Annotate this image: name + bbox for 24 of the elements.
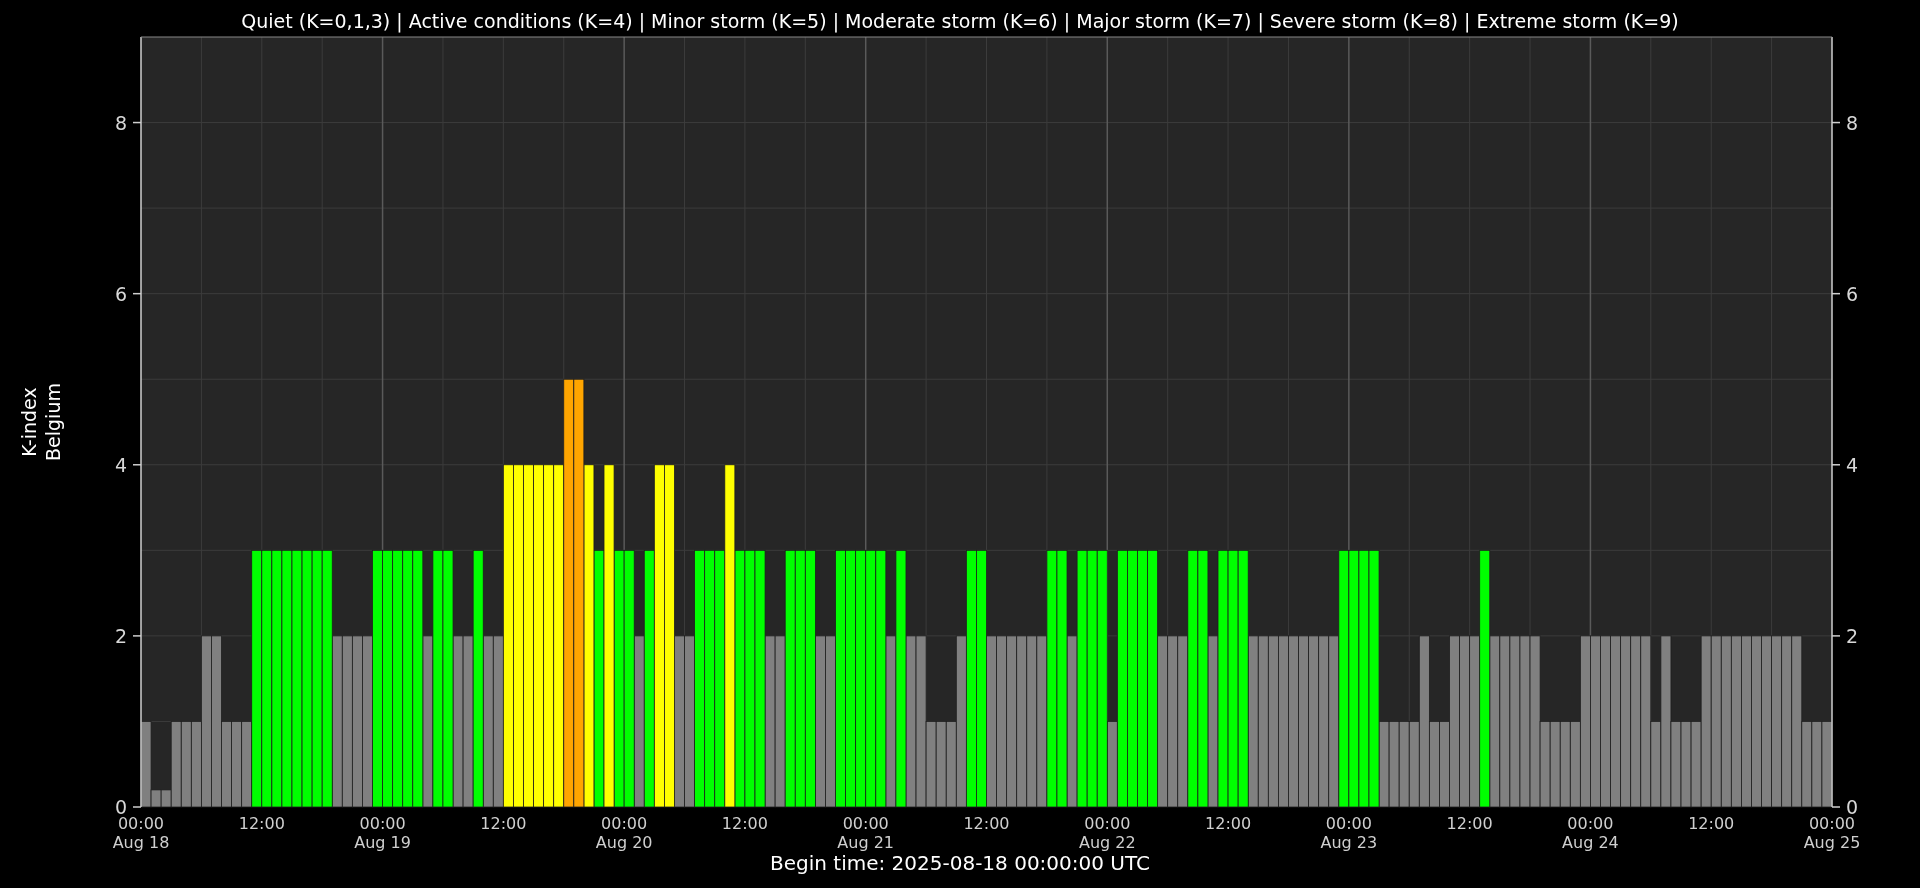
y-tick-label: 2 [114, 624, 127, 647]
x-tick-label: 12:00 [1205, 814, 1252, 833]
y-tick-label: 8 [114, 111, 127, 134]
y-axis-label: K-index Belgium [18, 383, 64, 461]
x-tick-label: 00:00 Aug 19 [354, 814, 411, 852]
x-axis-label: Begin time: 2025-08-18 00:00:00 UTC [770, 851, 1150, 875]
x-tick-label: 00:00 Aug 21 [837, 814, 895, 852]
y-tick-label: 6 [114, 282, 127, 305]
x-tick-label: 00:00 Aug 23 [1320, 814, 1378, 852]
y-tick-label: 6 [1846, 282, 1859, 305]
x-tick-label: 12:00 [238, 814, 285, 833]
x-tick-label: 00:00 Aug 20 [595, 814, 653, 852]
x-tick-label: 00:00 Aug 24 [1562, 814, 1619, 852]
y-tick-label: 8 [1846, 111, 1859, 134]
x-tick-label: 12:00 [963, 814, 1010, 833]
x-tick-label: 12:00 [1688, 814, 1735, 833]
y-tick-label: 2 [1846, 624, 1859, 647]
x-tick-label: 00:00 Aug 22 [1078, 814, 1136, 852]
x-tick-label: 12:00 [1446, 814, 1493, 833]
y-tick-label: 4 [114, 453, 127, 476]
chart-title: Quiet (K=0,1,3) | Active conditions (K=4) | Minor storm (K=5) | Moderate storm (K=6) | Major storm (K=7) | Severe storm (K=8) | Extreme storm (K=9) [241, 10, 1679, 32]
x-tick-label: 12:00 [721, 814, 768, 833]
x-tick-label: 12:00 [480, 814, 527, 833]
y-tick-label: 4 [1846, 453, 1859, 476]
